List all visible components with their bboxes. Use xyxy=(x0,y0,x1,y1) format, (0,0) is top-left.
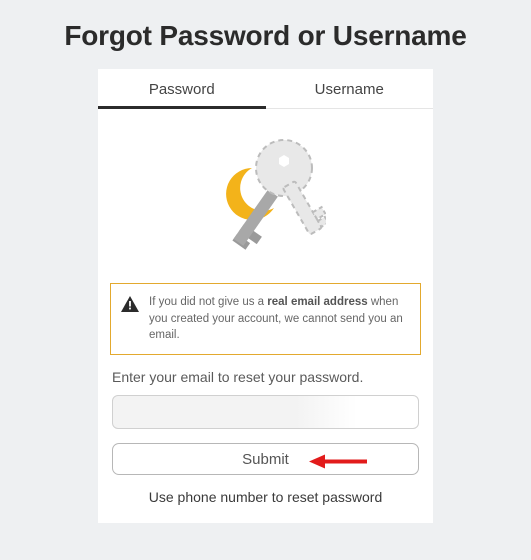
use-phone-link[interactable]: Use phone number to reset password xyxy=(98,483,433,505)
warning-icon xyxy=(121,296,139,312)
warning-text: If you did not give us a real email addr… xyxy=(149,294,408,344)
tab-username[interactable]: Username xyxy=(266,69,434,108)
recovery-card: Password Username xyxy=(98,69,433,523)
warning-prefix: If you did not give us a xyxy=(149,296,267,308)
warning-bold: real email address xyxy=(267,296,367,308)
page-title: Forgot Password or Username xyxy=(0,0,531,69)
instruction-text: Enter your email to reset your password. xyxy=(98,369,433,395)
key-icon xyxy=(206,133,326,263)
submit-button[interactable]: Submit xyxy=(112,443,419,475)
recovery-tabs: Password Username xyxy=(98,69,433,109)
tab-password[interactable]: Password xyxy=(98,69,266,108)
email-warning-alert: If you did not give us a real email addr… xyxy=(110,283,421,355)
email-input[interactable] xyxy=(112,395,419,429)
key-illustration xyxy=(98,109,433,283)
